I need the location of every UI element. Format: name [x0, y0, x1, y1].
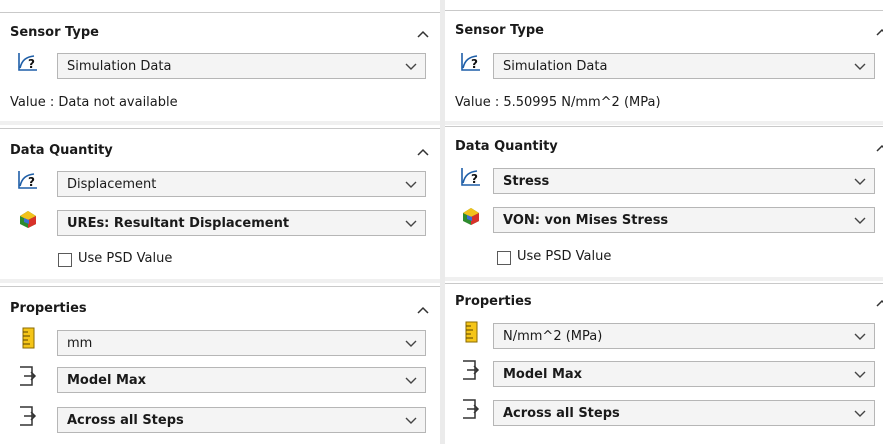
- group-divider: [445, 277, 883, 281]
- use-psd-checkbox[interactable]: [497, 251, 511, 265]
- chevron-up-icon[interactable]: [416, 145, 430, 159]
- criteria-icon: [16, 405, 40, 427]
- criterion-value: Model Max: [67, 373, 147, 388]
- svg-text:?: ?: [471, 57, 478, 71]
- quantity-dropdown[interactable]: Stress: [493, 168, 875, 194]
- criterion-dropdown[interactable]: Model Max: [57, 367, 426, 393]
- group-divider: [0, 121, 440, 125]
- svg-text:?: ?: [28, 57, 35, 71]
- chevron-down-icon: [405, 181, 417, 188]
- properties-group: Properties mm Model Max Across all Steps: [0, 286, 440, 444]
- unit-value: N/mm^2 (MPa): [503, 329, 603, 344]
- chevron-up-icon[interactable]: [875, 25, 883, 39]
- component-value: UREs: Resultant Displacement: [67, 216, 290, 231]
- component-dropdown[interactable]: VON: von Mises Stress: [493, 207, 875, 233]
- sensor-type-title: Sensor Type: [10, 25, 99, 40]
- step-criterion-dropdown[interactable]: Across all Steps: [493, 400, 875, 426]
- unit-dropdown[interactable]: mm: [57, 330, 426, 356]
- svg-text:?: ?: [471, 172, 478, 186]
- properties-title: Properties: [10, 301, 87, 316]
- criterion-value: Model Max: [503, 367, 583, 382]
- unit-dropdown[interactable]: N/mm^2 (MPa): [493, 323, 875, 349]
- sensor-type-dropdown[interactable]: Simulation Data: [57, 53, 426, 79]
- sensor-graph-icon: ?: [459, 51, 483, 73]
- svg-text:?: ?: [28, 175, 35, 189]
- group-divider: [0, 279, 440, 283]
- result-plot-icon: [459, 205, 483, 227]
- use-psd-label: Use PSD Value: [78, 251, 173, 266]
- sensor-type-value: Simulation Data: [67, 59, 172, 74]
- chevron-up-icon[interactable]: [416, 303, 430, 317]
- chevron-down-icon: [405, 63, 417, 70]
- ruler-icon: [461, 321, 485, 343]
- sensor-property-panel-right: Sensor Type ? Simulation Data Value : 5.…: [445, 0, 883, 444]
- sensor-graph-icon: ?: [16, 169, 40, 191]
- chevron-down-icon: [405, 417, 417, 424]
- properties-title: Properties: [455, 294, 532, 309]
- chevron-down-icon: [854, 63, 866, 70]
- sensor-type-group: Sensor Type ? Simulation Data Value : Da…: [0, 12, 440, 120]
- criteria-icon: [459, 359, 483, 381]
- sensor-type-value: Simulation Data: [503, 59, 608, 74]
- sensor-graph-icon: ?: [16, 51, 40, 73]
- data-quantity-group: Data Quantity ? Displacement UREs: Resul…: [0, 128, 440, 278]
- step-criterion-value: Across all Steps: [67, 413, 184, 428]
- chevron-up-icon[interactable]: [416, 27, 430, 41]
- chevron-down-icon: [854, 217, 866, 224]
- chevron-down-icon: [405, 340, 417, 347]
- quantity-value: Displacement: [67, 177, 157, 192]
- properties-group: Properties N/mm^2 (MPa) Model Max Across…: [445, 283, 883, 444]
- chevron-down-icon: [854, 333, 866, 340]
- criteria-icon: [459, 398, 483, 420]
- ruler-icon: [18, 327, 42, 349]
- sensor-value-text: Value : Data not available: [10, 95, 178, 110]
- data-quantity-title: Data Quantity: [455, 139, 558, 154]
- step-criterion-dropdown[interactable]: Across all Steps: [57, 407, 426, 433]
- step-criterion-value: Across all Steps: [503, 406, 620, 421]
- group-divider: [445, 121, 883, 125]
- quantity-value: Stress: [503, 174, 550, 189]
- sensor-type-title: Sensor Type: [455, 23, 544, 38]
- data-quantity-group: Data Quantity ? Stress VON: von Mises St…: [445, 126, 883, 276]
- sensor-type-dropdown[interactable]: Simulation Data: [493, 53, 875, 79]
- data-quantity-title: Data Quantity: [10, 143, 113, 158]
- criterion-dropdown[interactable]: Model Max: [493, 361, 875, 387]
- component-dropdown[interactable]: UREs: Resultant Displacement: [57, 210, 426, 236]
- unit-value: mm: [67, 336, 93, 351]
- sensor-type-group: Sensor Type ? Simulation Data Value : 5.…: [445, 10, 883, 120]
- use-psd-label: Use PSD Value: [517, 249, 612, 264]
- chevron-down-icon: [405, 220, 417, 227]
- criteria-icon: [16, 365, 40, 387]
- chevron-down-icon: [854, 410, 866, 417]
- sensor-property-panel-left: Sensor Type ? Simulation Data Value : Da…: [0, 0, 440, 444]
- result-plot-icon: [16, 208, 40, 230]
- use-psd-checkbox[interactable]: [58, 253, 72, 267]
- chevron-down-icon: [854, 178, 866, 185]
- quantity-dropdown[interactable]: Displacement: [57, 171, 426, 197]
- chevron-down-icon: [854, 371, 866, 378]
- sensor-value-text: Value : 5.50995 N/mm^2 (MPa): [455, 95, 661, 110]
- chevron-up-icon[interactable]: [875, 141, 883, 155]
- chevron-down-icon: [405, 377, 417, 384]
- component-value: VON: von Mises Stress: [503, 213, 669, 228]
- sensor-graph-icon: ?: [459, 166, 483, 188]
- chevron-up-icon[interactable]: [875, 296, 883, 310]
